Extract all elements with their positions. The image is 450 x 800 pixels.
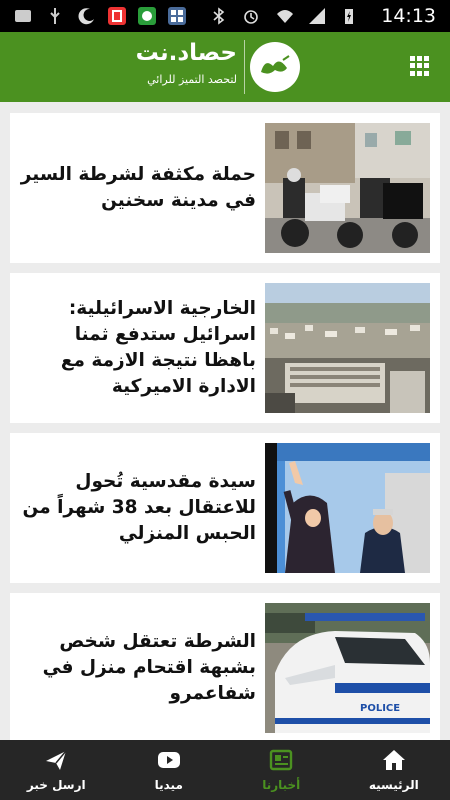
news-card[interactable]: الخارجية الاسرائيلية: اسرائيل ستدفع ثمنا… (10, 273, 440, 423)
nav-send-label: ارسل خبر (26, 778, 86, 792)
usb-icon (50, 8, 60, 24)
nav-media-label: ميديا (154, 778, 183, 792)
grid-menu-icon[interactable] (410, 56, 430, 76)
brand-tagline: لتحصد التميز للرائي (147, 73, 237, 86)
brand-name: حصاد.نت (135, 40, 237, 66)
news-card-title[interactable]: سيدة مقدسية تُحول للاعتقال بعد 38 شهراً … (20, 433, 256, 583)
send-icon (46, 750, 67, 770)
logo-mark (261, 55, 290, 74)
logo-icon[interactable] (250, 42, 300, 92)
news-icon (270, 749, 293, 771)
notification-icon (15, 10, 31, 22)
status-bar: 14:13 (0, 0, 450, 32)
do-not-disturb-icon (78, 8, 94, 25)
header-divider (244, 40, 245, 94)
home-icon (382, 750, 405, 770)
news-card-title[interactable]: حملة مكثفة لشرطة السير في مدينة سخنين (20, 113, 256, 263)
police-car-photo[interactable]: POLICE (265, 603, 430, 733)
battery-charging-icon (345, 9, 353, 24)
alarm-icon (244, 10, 258, 24)
nav-news-label: أخبارنا (262, 778, 301, 792)
app-red-icon (108, 7, 126, 25)
nav-home[interactable]: الرئيسيه (338, 740, 450, 800)
signal-icon (309, 8, 325, 24)
nav-home-label: الرئيسيه (368, 778, 419, 792)
news-card[interactable]: سيدة مقدسية تُحول للاعتقال بعد 38 شهراً … (10, 433, 440, 583)
news-card-title[interactable]: الشرطة تعتقل شخص بشبهة اقتحام منزل في شف… (20, 593, 256, 743)
app-grid-icon (168, 7, 186, 25)
nav-send-news[interactable]: ارسل خبر (0, 740, 113, 800)
nav-news[interactable]: أخبارنا (225, 740, 338, 800)
wifi-icon (277, 10, 293, 23)
svg-text:POLICE: POLICE (360, 703, 400, 714)
app-green-icon (138, 7, 156, 25)
woman-waving-photo[interactable] (265, 443, 430, 573)
news-card-title[interactable]: الخارجية الاسرائيلية: اسرائيل ستدفع ثمنا… (20, 273, 256, 423)
youtube-play-icon (157, 752, 180, 768)
nav-media[interactable]: ميديا (113, 740, 226, 800)
news-card[interactable]: POLICE الشرطة تعتقل شخص بشبهة اقتحام منز… (10, 593, 440, 743)
clock-time: 14:13 (381, 5, 436, 27)
bluetooth-icon (213, 7, 225, 25)
police-motorcycles-photo[interactable] (265, 123, 430, 253)
news-card[interactable]: حملة مكثفة لشرطة السير في مدينة سخنين (10, 113, 440, 263)
app-header: حصاد.نت لتحصد التميز للرائي (0, 32, 450, 102)
bottom-navigation: الرئيسيه أخبارنا ميديا ارسل خبر (0, 740, 450, 800)
city-skyline-photo[interactable] (265, 283, 430, 413)
